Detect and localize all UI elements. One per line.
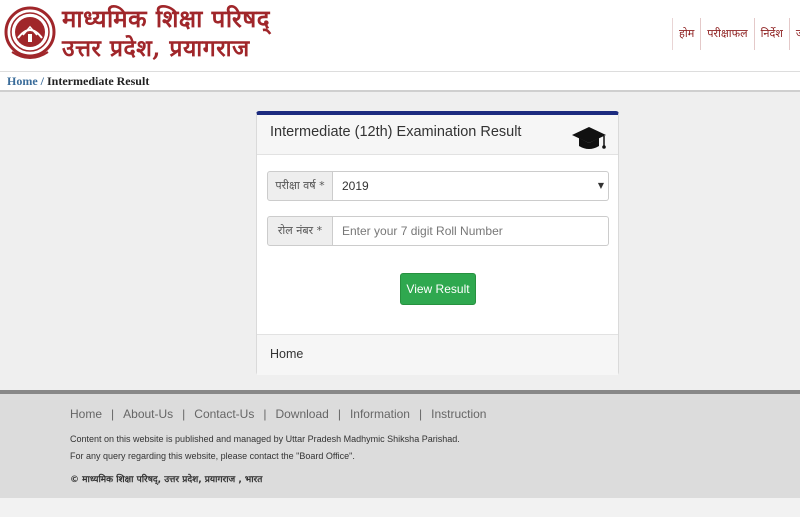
roll-row: रोल नंबर * [267,216,612,246]
breadcrumb-current: Intermediate Result [47,74,150,88]
breadcrumb: Home / Intermediate Result [0,72,800,90]
board-title-line2: उत्तर प्रदेश, प्रयागराज [62,35,250,62]
chevron-down-icon: ▼ [597,181,604,190]
year-select[interactable]: 2019 ▼ [333,171,609,201]
site-footer: Home | About-Us | Contact-Us | Download | Inform… [0,390,800,498]
card-footer: Home [257,334,618,375]
footer-separator: | [182,407,186,421]
board-title: माध्यमिक शिक्षा परिषद् उत्तर प्रदेश, प्र… [62,4,270,64]
year-label: परीक्षा वर्ष * [267,171,333,201]
roll-field-wrapper [333,216,612,246]
footer-link-about[interactable]: About-Us [123,407,173,421]
year-select-value: 2019 [342,179,369,193]
footer-link-home[interactable]: Home [70,407,102,421]
board-title-line1: माध्यमिक शिक्षा परिषद् [62,4,270,33]
view-result-button[interactable]: View Result [400,273,476,305]
page-bottom-strip [0,498,800,517]
top-nav: होम परीक्षाफल निर्देश जा [672,18,800,50]
card-title: Intermediate (12th) Examination Result [270,124,522,140]
card-header: Intermediate (12th) Examination Result [257,115,618,155]
emblem-logo[interactable] [4,4,56,64]
footer-separator: | [418,407,423,421]
footer-copyright: © माध्यमिक शिक्षा परिषद्, उत्तर प्रदेश, … [70,475,263,485]
footer-link-download[interactable]: Download [275,407,328,421]
footer-link-information[interactable]: Information [350,407,410,421]
breadcrumb-home-link[interactable]: Home [7,74,38,88]
footer-nav: Home | About-Us | Contact-Us | Download | Inform… [70,407,486,421]
breadcrumb-divider [0,90,800,92]
nav-item-more[interactable]: जा [788,18,800,50]
card-footer-home-link[interactable]: Home [270,347,303,361]
footer-link-instruction[interactable]: Instruction [431,407,486,421]
nav-item-results[interactable]: परीक्षाफल [700,18,753,50]
result-card: Intermediate (12th) Examination Result प… [256,111,619,375]
footer-link-contact[interactable]: Contact-Us [194,407,254,421]
nav-item-home[interactable]: होम [672,18,700,50]
footer-separator: | [337,407,341,421]
footer-text-query: For any query regarding this website, pl… [70,451,355,461]
nav-item-instructions[interactable]: निर्देश [753,18,789,50]
graduation-cap-icon [572,127,606,149]
roll-label: रोल नंबर * [267,216,333,246]
footer-separator: | [263,407,267,421]
footer-text-published: Content on this website is published and… [70,434,460,444]
roll-number-input[interactable] [333,217,612,245]
site-header: माध्यमिक शिक्षा परिषद् उत्तर प्रदेश, प्र… [0,0,800,72]
footer-separator: | [111,407,115,421]
breadcrumb-separator: / [37,74,47,88]
year-row: परीक्षा वर्ष * 2019 ▼ [267,171,609,201]
